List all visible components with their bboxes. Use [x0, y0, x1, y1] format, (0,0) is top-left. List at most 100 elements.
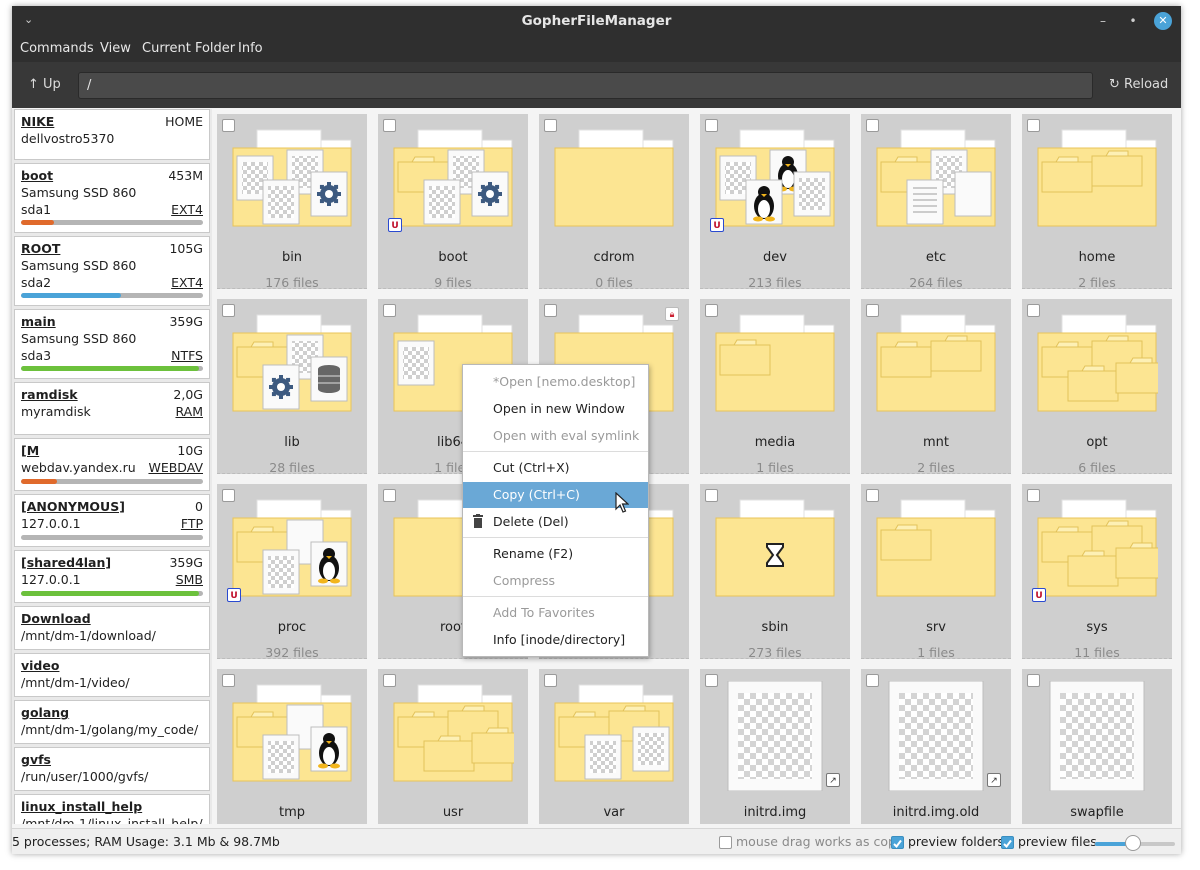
menu-bar: Commands View Current Folder Info: [12, 36, 1181, 62]
context-menu-label: Add To Favorites: [493, 605, 595, 620]
sidebar-place[interactable]: gvfs/run/user/1000/gvfs/: [14, 747, 210, 791]
sidebar-place[interactable]: ROOT Samsung SSD 860 sda2 105G EXT4: [14, 236, 210, 306]
context-menu-item[interactable]: Open with eval symlink: [463, 423, 648, 449]
folder-icon: [393, 684, 514, 782]
preview-files-checkbox[interactable]: [1001, 836, 1014, 849]
folder-tile[interactable]: home 2 files: [1022, 114, 1172, 290]
place-detail: Samsung SSD 860: [21, 185, 137, 200]
lock-icon: 🔒︎: [665, 307, 679, 321]
place-name: golang: [21, 705, 70, 720]
sidebar-place[interactable]: main Samsung SSD 860 sda3 359G NTFS: [14, 309, 210, 379]
place-fs-type: RAM: [175, 404, 203, 419]
context-menu-item[interactable]: Rename (F2): [463, 541, 648, 567]
context-menu-label: Copy (Ctrl+C): [493, 487, 580, 502]
folder-icon: [1037, 129, 1157, 227]
sidebar-place[interactable]: linux_install_help/mnt/dm-1/linux_instal…: [14, 794, 210, 824]
place-detail: /mnt/dm-1/golang/my_code/: [21, 722, 199, 737]
place-name: gvfs: [21, 752, 51, 767]
sidebar-place[interactable]: video/mnt/dm-1/video/: [14, 653, 210, 697]
usage-bar-fill: [21, 220, 54, 225]
folder-tile[interactable]: mnt 2 files: [861, 299, 1011, 475]
folder-tile[interactable]: cdrom 0 files: [539, 114, 689, 290]
place-size: 105G: [169, 241, 203, 256]
sidebar-place[interactable]: golang/mnt/dm-1/golang/my_code/: [14, 700, 210, 744]
sidebar-place[interactable]: Download/mnt/dm-1/download/: [14, 606, 210, 650]
context-menu-item[interactable]: Open in new Window: [463, 396, 648, 422]
folder-tile[interactable]: Uproc 392 files: [217, 484, 367, 660]
folder-icon: [393, 129, 513, 227]
sidebar-place[interactable]: NIKE dellvostro5370 HOME: [14, 109, 210, 160]
file-tile[interactable]: ↗ initrd.img.old: [861, 669, 1011, 824]
folder-tile[interactable]: media 1 files: [700, 299, 850, 475]
file-name: sys: [1086, 620, 1108, 635]
place-detail: 127.0.0.1: [21, 516, 81, 531]
context-menu-item[interactable]: Compress: [463, 568, 648, 594]
context-menu-label: Open in new Window: [493, 401, 625, 416]
context-menu-item[interactable]: Info [inode/directory]: [463, 627, 648, 653]
place-name: [ANONYMOUS]: [21, 499, 125, 514]
path-input[interactable]: /: [78, 72, 1093, 99]
place-detail: /mnt/dm-1/download/: [21, 628, 156, 643]
checkmark-icon: [893, 839, 902, 849]
folder-icon: [715, 499, 835, 597]
mouse-drag-copy-checkbox[interactable]: [719, 836, 732, 849]
folder-tile[interactable]: bin 176 files: [217, 114, 367, 290]
place-name: [M: [21, 443, 40, 458]
file-preview-icon: [888, 681, 984, 791]
close-icon[interactable]: ✕: [1154, 12, 1172, 30]
menu-view[interactable]: View: [100, 41, 131, 56]
file-name: lib: [284, 435, 300, 450]
place-size: 359G: [169, 314, 203, 329]
context-menu-item[interactable]: Add To Favorites: [463, 600, 648, 626]
folder-tile[interactable]: Udev 213 files: [700, 114, 850, 290]
usage-bar: [21, 591, 203, 596]
folder-tile[interactable]: var: [539, 669, 689, 824]
file-name: var: [603, 805, 625, 820]
places-sidebar: NIKE dellvostro5370 HOME boot Samsung SSD 86…: [12, 109, 212, 824]
context-menu-label: Rename (F2): [493, 546, 574, 561]
menu-current-folder[interactable]: Current Folder: [142, 41, 235, 56]
place-size: 359G: [169, 555, 203, 570]
context-menu-item[interactable]: *Open [nemo.desktop]: [463, 369, 648, 395]
sidebar-place[interactable]: boot Samsung SSD 860 sda1 453M EXT4: [14, 163, 210, 233]
sidebar-place[interactable]: [ANONYMOUS] 127.0.0.1 0 FTP: [14, 494, 210, 547]
file-name: swapfile: [1070, 805, 1124, 820]
maximize-icon[interactable]: •: [1124, 12, 1142, 30]
up-button[interactable]: ↑ Up: [28, 77, 61, 92]
file-name: srv: [926, 620, 946, 635]
zoom-slider[interactable]: [1095, 835, 1175, 851]
mouse-drag-copy-label: mouse drag works as copy: [736, 834, 904, 849]
folder-tile[interactable]: Uboot 9 files: [378, 114, 528, 290]
folder-tile[interactable]: lib 28 files: [217, 299, 367, 475]
minimize-icon[interactable]: –: [1094, 12, 1112, 30]
folder-tile[interactable]: sbin 273 files: [700, 484, 850, 660]
sidebar-place[interactable]: ramdisk myramdisk 2,0G RAM: [14, 382, 210, 435]
place-fs-type: EXT4: [171, 275, 203, 290]
place-detail: /mnt/dm-1/video/: [21, 675, 130, 690]
sidebar-place[interactable]: [shared4lan] 127.0.0.1 359G SMB: [14, 550, 210, 603]
folder-tile[interactable]: usr: [378, 669, 528, 824]
context-menu-item[interactable]: Cut (Ctrl+X): [463, 455, 648, 481]
reload-button[interactable]: ↻ Reload: [1109, 77, 1168, 92]
place-fs-type: SMB: [175, 572, 203, 587]
mount-point-icon: U: [1032, 588, 1046, 602]
menu-info[interactable]: Info: [238, 41, 263, 56]
context-menu-separator: [463, 451, 648, 452]
file-tile[interactable]: swapfile: [1022, 669, 1172, 824]
usage-bar-fill: [21, 366, 200, 371]
folder-tile[interactable]: srv 1 files: [861, 484, 1011, 660]
up-label: Up: [43, 77, 61, 92]
reload-icon: ↻: [1109, 77, 1120, 92]
file-tile[interactable]: ↗ initrd.img: [700, 669, 850, 824]
context-menu-label: *Open [nemo.desktop]: [493, 374, 636, 389]
preview-folders-checkbox[interactable]: [891, 836, 904, 849]
folder-tile[interactable]: tmp: [217, 669, 367, 824]
folder-icon: [715, 314, 835, 412]
folder-tile[interactable]: etc 264 files: [861, 114, 1011, 290]
zoom-slider-handle[interactable]: [1125, 835, 1142, 851]
folder-tile[interactable]: opt 6 files: [1022, 299, 1172, 475]
menu-commands[interactable]: Commands: [20, 41, 94, 56]
folder-tile[interactable]: Usys 11 files: [1022, 484, 1172, 660]
folder-icon: [554, 684, 674, 782]
sidebar-place[interactable]: [M webdav.yandex.ru 10G WEBDAV: [14, 438, 210, 491]
